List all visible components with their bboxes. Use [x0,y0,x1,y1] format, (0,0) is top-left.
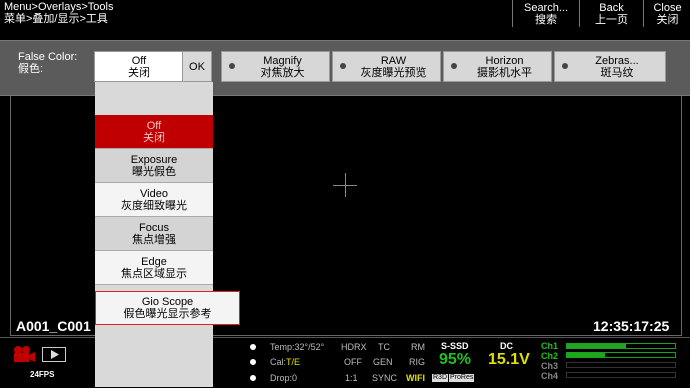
magnify-label-cn: 对焦放大 [260,66,305,79]
audio-ch1-level [567,344,627,348]
option-off[interactable]: Off 关闭 [95,115,213,149]
option-label-cn: 灰度细致曝光 [121,199,187,212]
search-label-cn: 搜索 [535,13,557,26]
false-color-value-cn: 关闭 [128,66,150,79]
breadcrumb-en: Menu>Overlays>Tools [4,1,114,13]
status-dot-icon [250,344,256,350]
audio-ch1-label: Ch1 [541,341,559,351]
wifi-label: WIFI [406,373,425,383]
raw-label: RAW [380,54,407,67]
option-video[interactable]: Video 灰度细致曝光 [95,183,213,217]
option-exposure[interactable]: Exposure 曝光假色 [95,149,213,183]
option-label-cn: 焦点增强 [132,233,176,246]
audio-ch2-label: Ch2 [541,351,559,361]
raw-label-cn: 灰度曝光预览 [360,66,427,79]
rm-value: RIG [409,357,426,367]
option-label: Focus [139,221,169,234]
hdrx-label: HDRX [341,342,367,352]
false-color-dropdown: Off 关闭 Exposure 曝光假色 Video 灰度细致曝光 Focus … [95,82,240,387]
power-voltage: 15.1V [488,351,530,368]
close-button[interactable]: Close 关闭 [643,0,690,27]
media-percent: 95% [439,351,472,368]
tc-label: TC [378,342,390,352]
close-label: Close [653,1,682,14]
false-color-value: Off [131,54,147,67]
indicator-dot-icon [562,63,568,69]
crosshair-icon [345,173,346,197]
back-label: Back [599,1,624,14]
audio-ch2-level [567,353,605,357]
zebras-button[interactable]: Zebras... 斑马纹 [554,51,666,82]
audio-ch1-meter [566,343,676,349]
rm-label: RM [411,342,425,352]
horizon-label-cn: 摄影机水平 [477,66,532,79]
false-color-label: False Color: 假色: [18,51,77,75]
option-label-cn: 焦点区域显示 [121,267,187,280]
false-color-select[interactable]: Off 关闭 [94,51,184,82]
sync-label: SYNC [372,373,398,383]
horizon-button[interactable]: Horizon 摄影机水平 [443,51,552,82]
tc-value: GEN [373,357,393,367]
search-label: Search... [523,1,569,14]
back-button[interactable]: Back 上一页 [579,0,643,27]
indicator-dot-icon [451,63,457,69]
false-color-label-en: False Color: [18,51,78,63]
audio-ch3-label: Ch3 [541,361,559,371]
zebras-label-cn: 斑马纹 [600,66,634,79]
magnify-label: Magnify [263,54,302,67]
drop-readout: Drop:0 [270,373,298,383]
cal-value: T/E [286,357,301,367]
indicator-dot-icon [340,63,346,69]
option-label: Exposure [130,153,178,166]
gio-scope-highlight [95,291,240,325]
raw-button[interactable]: RAW 灰度曝光预览 [332,51,441,82]
status-dot-icon [250,359,256,365]
audio-ch4-label: Ch4 [541,371,559,381]
zebras-label: Zebras... [595,54,639,67]
indicator-dot-icon [229,63,235,69]
false-color-label-cn: 假色: [18,63,44,75]
option-label: Off [146,119,162,132]
audio-ch2-meter [566,352,676,358]
clip-name: A001_C001 [16,318,91,334]
codec-badge-prores: ProRes [449,374,475,382]
ok-button[interactable]: OK [182,51,212,82]
breadcrumb: Menu>Overlays>Tools 菜单>叠加/显示>工具 [4,1,113,25]
audio-ch3-meter [566,362,676,368]
option-edge[interactable]: Edge 焦点区域显示 [95,251,213,285]
back-label-cn: 上一页 [595,13,628,26]
playback-icon[interactable] [42,347,66,362]
close-label-cn: 关闭 [656,13,679,26]
record-camera-icon[interactable] [12,345,36,363]
cal-readout: Cal:T/E [270,357,300,367]
codec-badges: R3D ProRes [432,374,475,382]
timecode: 12:35:17:25 [593,318,670,334]
temp-readout: Temp:32°/52° [270,342,325,352]
ratio-value: 1:1 [345,373,358,383]
magnify-button[interactable]: Magnify 对焦放大 [221,51,330,82]
option-label: Edge [141,255,167,268]
option-label-cn: 关闭 [143,131,165,144]
status-dot-icon [250,375,256,381]
codec-badge-r3d: R3D [432,374,449,382]
search-button[interactable]: Search... 搜索 [512,0,579,27]
audio-ch4-meter [566,372,676,378]
breadcrumb-cn: 菜单>叠加/显示>工具 [4,13,108,25]
hdrx-value: OFF [344,357,362,367]
media-label: S-SSD [441,341,469,351]
option-label: Video [140,187,168,200]
horizon-label: Horizon [485,54,524,67]
power-label: DC [500,341,513,351]
option-label-cn: 曝光假色 [132,165,176,178]
cal-label: Cal: [270,357,287,367]
option-focus[interactable]: Focus 焦点增强 [95,217,213,251]
fps-readout: 24FPS [30,370,55,379]
